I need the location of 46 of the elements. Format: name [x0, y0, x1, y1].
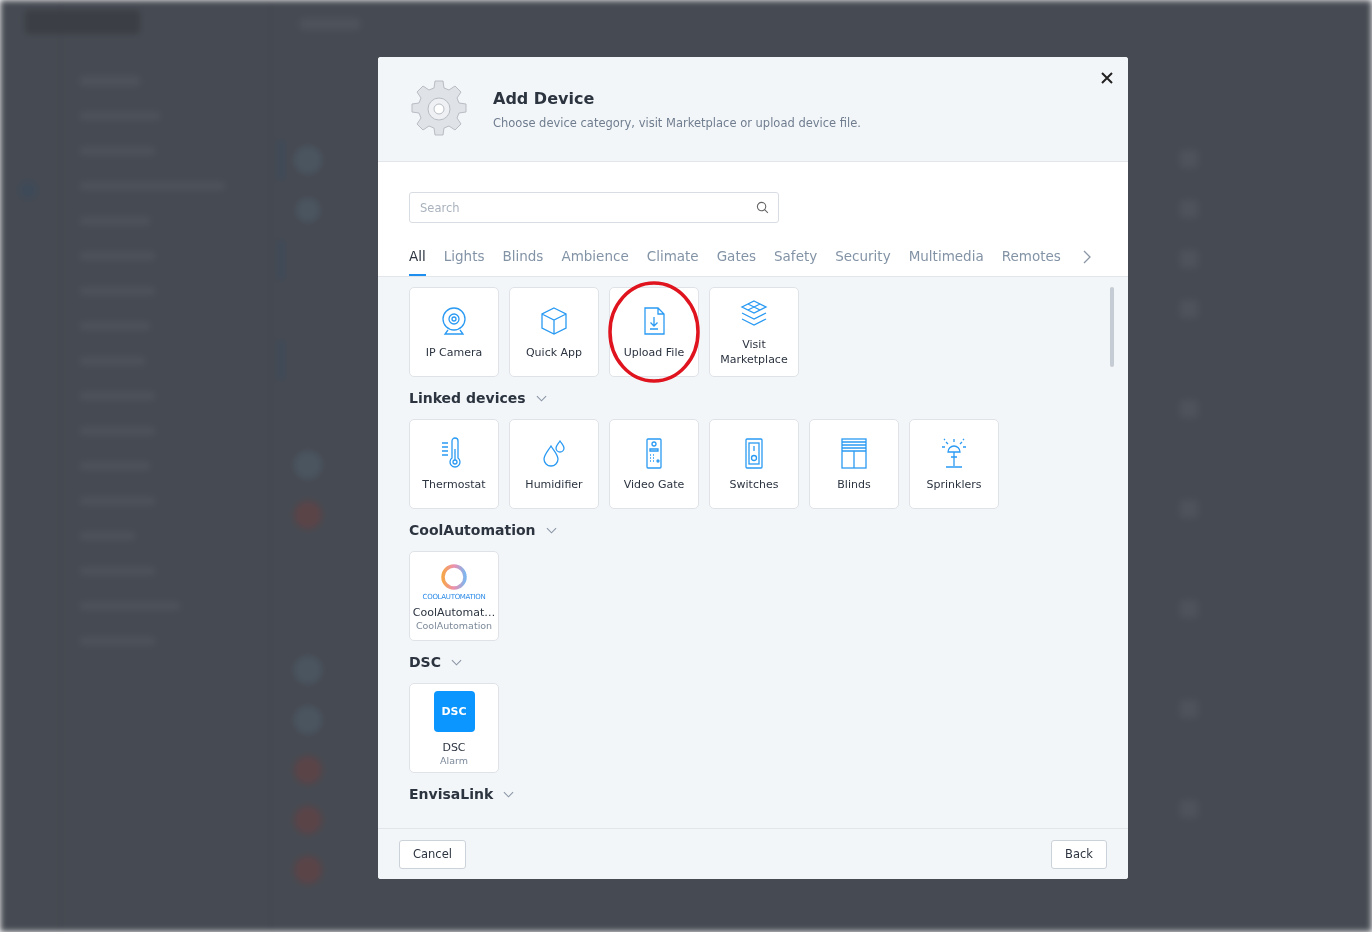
- search-icon: [756, 201, 769, 214]
- tile-label: Thermostat: [422, 476, 486, 492]
- tile-label: CoolAutomat…: [412, 604, 496, 620]
- device-tile[interactable]: Quick App: [509, 287, 599, 377]
- tile-label: Upload File: [623, 344, 685, 360]
- device-tile[interactable]: Video Gate: [609, 419, 699, 509]
- tile-label: Sprinklers: [926, 476, 982, 492]
- section-title: CoolAutomation: [409, 522, 536, 538]
- cancel-button[interactable]: Cancel: [399, 839, 466, 869]
- chevron-down-icon[interactable]: [535, 394, 547, 402]
- section-title: DSC: [409, 654, 441, 670]
- tile-label: IP Camera: [425, 344, 483, 360]
- dsc-logo: DSC: [433, 690, 475, 732]
- device-tile[interactable]: Switches: [709, 419, 799, 509]
- device-tile[interactable]: IP Camera: [409, 287, 499, 377]
- section-title: Linked devices: [409, 390, 526, 406]
- blinds-icon: [838, 436, 870, 469]
- gear-icon: [409, 79, 469, 139]
- tile-sublabel: Alarm: [440, 754, 468, 766]
- chevron-down-icon[interactable]: [451, 658, 462, 666]
- device-tile[interactable]: Humidifier: [509, 419, 599, 509]
- dialog-subtitle: Choose device category, visit Marketplace or upload device file.: [493, 115, 861, 130]
- back-button[interactable]: Back: [1051, 839, 1107, 869]
- chevron-down-icon[interactable]: [503, 790, 515, 798]
- section-title: EnvisaLink: [409, 786, 494, 802]
- chevron-right-icon[interactable]: [1082, 249, 1091, 264]
- tile-label: Visit Marketplace: [719, 337, 789, 367]
- tile-label: Video Gate: [623, 476, 685, 492]
- tile-label: DSC: [442, 739, 466, 755]
- tile-label: Humidifier: [525, 476, 583, 492]
- scrollbar[interactable]: [1110, 287, 1114, 367]
- dialog-title: Add Device: [493, 88, 596, 108]
- ring-logo: [439, 561, 469, 592]
- search-field[interactable]: Search: [409, 192, 779, 223]
- device-tile[interactable]: Blinds: [809, 419, 899, 509]
- device-tile[interactable]: Upload File: [609, 287, 699, 377]
- tile-label: Blinds: [837, 476, 871, 492]
- device-tile[interactable]: Visit Marketplace: [709, 287, 799, 377]
- device-tile[interactable]: Thermostat: [409, 419, 499, 509]
- chevron-down-icon[interactable]: [545, 526, 557, 534]
- device-tile[interactable]: DSC DSC Alarm: [409, 683, 499, 773]
- device-tile[interactable]: Sprinklers: [909, 419, 999, 509]
- tile-label: Quick App: [525, 344, 583, 360]
- close-icon[interactable]: [1101, 72, 1113, 84]
- tile-sublabel: CoolAutomation: [415, 619, 493, 631]
- tile-label: Switches: [728, 476, 780, 492]
